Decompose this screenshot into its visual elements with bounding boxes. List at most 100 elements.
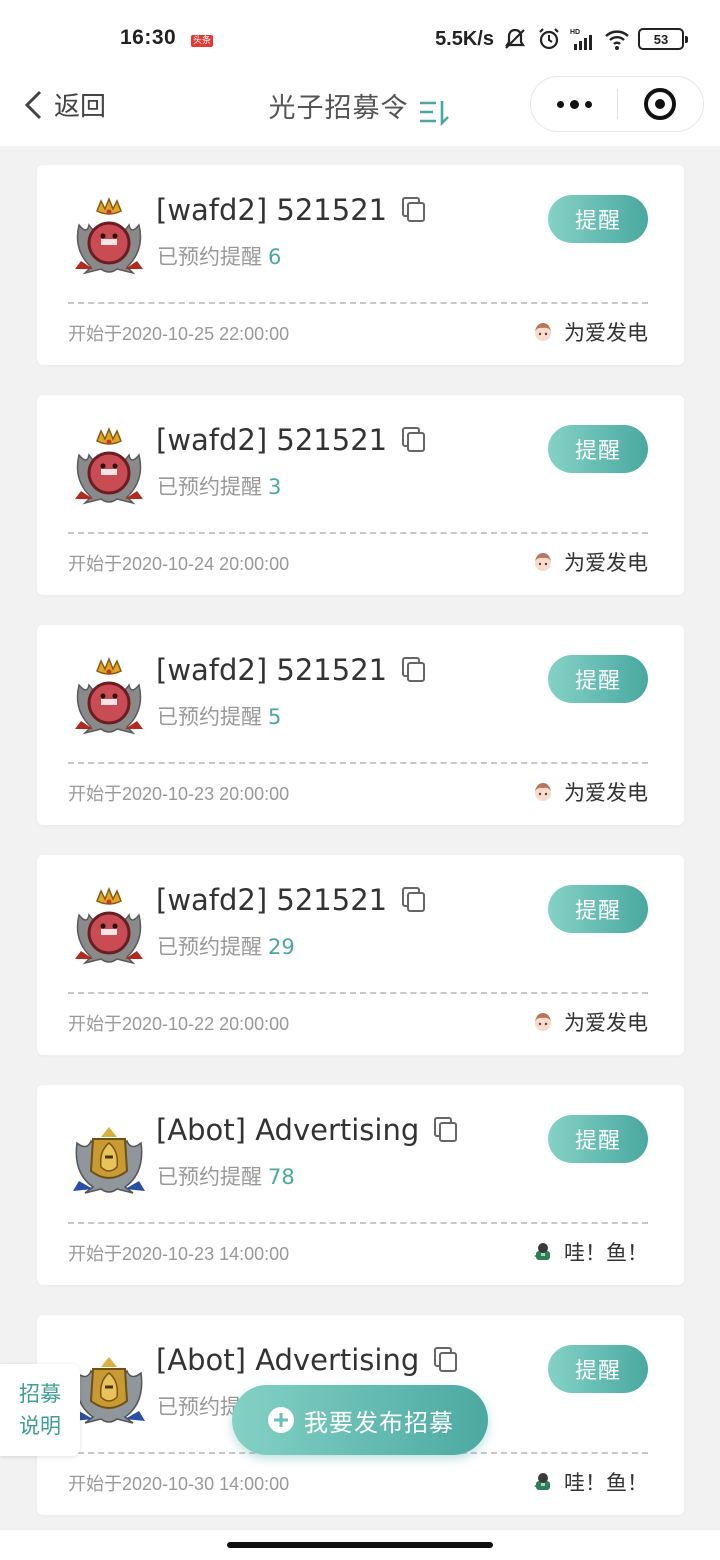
alarm-icon	[539, 28, 559, 50]
copy-icon[interactable]	[401, 196, 427, 224]
battery-indicator: 53	[638, 28, 688, 50]
recruitment-card-5[interactable]: [Abot] Advertising 已预约提醒 78 提醒 开始于2020-10…	[37, 1085, 684, 1285]
start-time: 开始于2020-10-30 14:00:00	[68, 1474, 290, 1494]
publisher[interactable]: 为爱发电	[532, 1007, 648, 1037]
reservation-info: 已预约提醒 78	[157, 1161, 295, 1191]
red-lion-emblem-icon	[71, 655, 147, 737]
miniprogram-capsule	[530, 76, 704, 132]
dashed-divider	[68, 302, 648, 304]
remind-button[interactable]: 提醒	[548, 1345, 648, 1393]
recruitment-card-2[interactable]: [wafd2] 521521 已预约提醒 3 提醒 开始于2020-10-24 2…	[37, 395, 684, 595]
reservation-label: 已预约提醒	[157, 1165, 262, 1189]
reservation-count: 6	[268, 245, 282, 269]
card-title-row: [Abot] Advertising	[156, 1343, 459, 1377]
start-time: 开始于2020-10-24 20:00:00	[68, 554, 290, 574]
close-miniprogram-button[interactable]	[618, 77, 703, 131]
publish-label: 我要发布招募	[304, 1408, 454, 1437]
anime-girl-avatar-icon	[532, 551, 554, 573]
publisher-name: 哇！鱼！	[564, 1241, 648, 1265]
publisher[interactable]: 为爱发电	[532, 317, 648, 347]
network-speed: 5.5K/s	[435, 27, 494, 50]
start-time: 开始于2020-10-25 22:00:00	[68, 324, 290, 344]
recruitment-list: [wafd2] 521521 已预约提醒 6 提醒 开始于2020-10-25 2…	[37, 165, 684, 1545]
recruitment-card-4[interactable]: [wafd2] 521521 已预约提醒 29 提醒 开始于2020-10-22 …	[37, 855, 684, 1055]
guild-title: [Abot] Advertising	[156, 1343, 420, 1377]
remind-button[interactable]: 提醒	[548, 425, 648, 473]
fish-avatar-icon	[532, 1241, 554, 1263]
home-indicator[interactable]	[227, 1542, 493, 1548]
nav-bar: 返回 光子招募令	[0, 70, 720, 146]
publisher[interactable]: 哇！鱼！	[532, 1467, 648, 1497]
guild-title: [wafd2] 521521	[156, 883, 388, 917]
publisher-name: 为爱发电	[564, 321, 648, 345]
recruit-guide-tab[interactable]: 招募 说明	[0, 1364, 80, 1456]
reservation-count: 3	[268, 475, 282, 499]
signal-hd-icon: HD	[570, 29, 592, 50]
start-time: 开始于2020-10-23 14:00:00	[68, 1244, 290, 1264]
start-time: 开始于2020-10-23 20:00:00	[68, 784, 290, 804]
reservation-label: 已预约提醒	[157, 705, 262, 729]
recruitment-card-3[interactable]: [wafd2] 521521 已预约提醒 5 提醒 开始于2020-10-23 2…	[37, 625, 684, 825]
fish-avatar-icon	[532, 1471, 554, 1493]
reservation-label: 已预约提醒	[157, 475, 262, 499]
gold-knight-emblem-icon	[71, 1345, 147, 1427]
guild-title: [wafd2] 521521	[156, 193, 388, 227]
reservation-label: 已预约提醒	[157, 245, 262, 269]
status-icons: 5.5K/s HD 53	[435, 26, 688, 52]
gold-knight-emblem-icon	[71, 1115, 147, 1197]
publisher-name: 为爱发电	[564, 781, 648, 805]
copy-icon[interactable]	[401, 886, 427, 914]
anime-girl-avatar-icon	[532, 321, 554, 343]
status-bar: 16:30 头条 5.5K/s HD 53	[0, 0, 720, 80]
svg-text:HD: HD	[570, 29, 580, 36]
guild-title: [wafd2] 521521	[156, 423, 388, 457]
more-options-button[interactable]	[531, 77, 617, 131]
page-title: 光子招募令	[268, 93, 409, 124]
remind-button[interactable]: 提醒	[548, 655, 648, 703]
copy-icon[interactable]	[433, 1346, 459, 1374]
red-lion-emblem-icon	[71, 425, 147, 507]
publisher[interactable]: 哇！鱼！	[532, 1237, 648, 1267]
publisher-name: 为爱发电	[564, 551, 648, 575]
publish-recruitment-button[interactable]: 我要发布招募	[232, 1385, 488, 1455]
dashed-divider	[68, 1222, 648, 1224]
card-title-row: [wafd2] 521521	[156, 193, 427, 227]
card-title-row: [wafd2] 521521	[156, 653, 427, 687]
copy-icon[interactable]	[401, 426, 427, 454]
remind-button[interactable]: 提醒	[548, 885, 648, 933]
anime-girl-avatar-icon	[532, 1011, 554, 1033]
guild-title: [wafd2] 521521	[156, 653, 388, 687]
publisher[interactable]: 为爱发电	[532, 547, 648, 577]
card-title-row: [Abot] Advertising	[156, 1113, 459, 1147]
reservation-count: 78	[268, 1165, 295, 1189]
reservation-info: 已预约提醒 6	[157, 241, 281, 271]
copy-icon[interactable]	[433, 1116, 459, 1144]
remind-button[interactable]: 提醒	[548, 195, 648, 243]
copy-icon[interactable]	[401, 656, 427, 684]
dashed-divider	[68, 992, 648, 994]
reservation-count: 29	[268, 935, 295, 959]
card-title-row: [wafd2] 521521	[156, 423, 427, 457]
dashed-divider	[68, 532, 648, 534]
side-tab-line2: 说明	[19, 1414, 61, 1438]
reservation-info: 已预约提醒 5	[157, 701, 281, 731]
card-title-row: [wafd2] 521521	[156, 883, 427, 917]
reservation-info: 已预约提醒 29	[157, 931, 295, 961]
publisher-name: 为爱发电	[564, 1011, 648, 1035]
reservation-label: 已预约提醒	[157, 935, 262, 959]
dashed-divider	[68, 762, 648, 764]
publisher[interactable]: 为爱发电	[532, 777, 648, 807]
side-tab-line1: 招募	[19, 1382, 61, 1406]
sort-filter-icon[interactable]	[418, 98, 452, 128]
reservation-info: 已预约提醒 3	[157, 471, 281, 501]
remind-button[interactable]: 提醒	[548, 1115, 648, 1163]
publisher-name: 哇！鱼！	[564, 1471, 648, 1495]
red-lion-emblem-icon	[71, 885, 147, 967]
recruitment-card-1[interactable]: [wafd2] 521521 已预约提醒 6 提醒 开始于2020-10-25 2…	[37, 165, 684, 365]
start-time: 开始于2020-10-22 20:00:00	[68, 1014, 290, 1034]
bell-muted-icon	[504, 28, 526, 49]
reservation-count: 5	[268, 705, 282, 729]
guild-title: [Abot] Advertising	[156, 1113, 420, 1147]
plus-circle-icon	[268, 1407, 294, 1433]
battery-level: 53	[653, 31, 669, 47]
